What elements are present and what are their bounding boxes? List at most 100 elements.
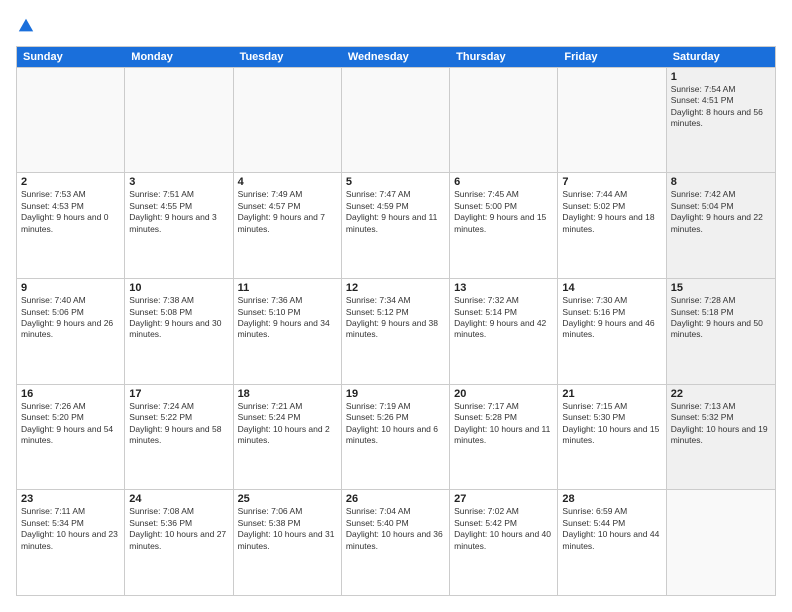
- day-info: Sunrise: 7:53 AM Sunset: 4:53 PM Dayligh…: [21, 189, 120, 235]
- calendar-row-1: 2Sunrise: 7:53 AM Sunset: 4:53 PM Daylig…: [17, 172, 775, 278]
- day-number: 9: [21, 282, 120, 294]
- calendar-cell-0-4: [450, 68, 558, 173]
- day-number: 24: [129, 493, 228, 505]
- calendar-cell-4-0: 23Sunrise: 7:11 AM Sunset: 5:34 PM Dayli…: [17, 490, 125, 595]
- day-info: Sunrise: 7:32 AM Sunset: 5:14 PM Dayligh…: [454, 295, 553, 341]
- logo-icon: [17, 17, 35, 35]
- header-cell-sunday: Sunday: [17, 47, 125, 67]
- day-info: Sunrise: 7:40 AM Sunset: 5:06 PM Dayligh…: [21, 295, 120, 341]
- day-number: 2: [21, 176, 120, 188]
- calendar-cell-3-2: 18Sunrise: 7:21 AM Sunset: 5:24 PM Dayli…: [234, 385, 342, 490]
- day-number: 8: [671, 176, 771, 188]
- calendar-cell-1-4: 6Sunrise: 7:45 AM Sunset: 5:00 PM Daylig…: [450, 173, 558, 278]
- header-cell-friday: Friday: [558, 47, 666, 67]
- calendar-cell-2-5: 14Sunrise: 7:30 AM Sunset: 5:16 PM Dayli…: [558, 279, 666, 384]
- day-number: 25: [238, 493, 337, 505]
- day-number: 13: [454, 282, 553, 294]
- day-info: Sunrise: 7:30 AM Sunset: 5:16 PM Dayligh…: [562, 295, 661, 341]
- calendar-cell-0-6: 1Sunrise: 7:54 AM Sunset: 4:51 PM Daylig…: [667, 68, 775, 173]
- day-info: Sunrise: 7:49 AM Sunset: 4:57 PM Dayligh…: [238, 189, 337, 235]
- day-number: 19: [346, 388, 445, 400]
- calendar-cell-2-2: 11Sunrise: 7:36 AM Sunset: 5:10 PM Dayli…: [234, 279, 342, 384]
- calendar-cell-2-6: 15Sunrise: 7:28 AM Sunset: 5:18 PM Dayli…: [667, 279, 775, 384]
- calendar-cell-2-3: 12Sunrise: 7:34 AM Sunset: 5:12 PM Dayli…: [342, 279, 450, 384]
- day-number: 26: [346, 493, 445, 505]
- header-cell-wednesday: Wednesday: [342, 47, 450, 67]
- calendar-cell-3-4: 20Sunrise: 7:17 AM Sunset: 5:28 PM Dayli…: [450, 385, 558, 490]
- day-info: Sunrise: 7:21 AM Sunset: 5:24 PM Dayligh…: [238, 401, 337, 447]
- calendar-cell-0-1: [125, 68, 233, 173]
- day-number: 16: [21, 388, 120, 400]
- calendar-cell-3-5: 21Sunrise: 7:15 AM Sunset: 5:30 PM Dayli…: [558, 385, 666, 490]
- day-info: Sunrise: 7:11 AM Sunset: 5:34 PM Dayligh…: [21, 506, 120, 552]
- logo-text: [16, 16, 36, 36]
- day-info: Sunrise: 7:26 AM Sunset: 5:20 PM Dayligh…: [21, 401, 120, 447]
- calendar-cell-4-3: 26Sunrise: 7:04 AM Sunset: 5:40 PM Dayli…: [342, 490, 450, 595]
- header-cell-thursday: Thursday: [450, 47, 558, 67]
- day-info: Sunrise: 7:04 AM Sunset: 5:40 PM Dayligh…: [346, 506, 445, 552]
- day-number: 3: [129, 176, 228, 188]
- calendar-cell-0-2: [234, 68, 342, 173]
- page: SundayMondayTuesdayWednesdayThursdayFrid…: [0, 0, 792, 612]
- day-info: Sunrise: 7:42 AM Sunset: 5:04 PM Dayligh…: [671, 189, 771, 235]
- day-info: Sunrise: 7:15 AM Sunset: 5:30 PM Dayligh…: [562, 401, 661, 447]
- calendar-cell-0-5: [558, 68, 666, 173]
- calendar-row-0: 1Sunrise: 7:54 AM Sunset: 4:51 PM Daylig…: [17, 67, 775, 173]
- day-number: 4: [238, 176, 337, 188]
- day-info: Sunrise: 7:08 AM Sunset: 5:36 PM Dayligh…: [129, 506, 228, 552]
- calendar-cell-2-4: 13Sunrise: 7:32 AM Sunset: 5:14 PM Dayli…: [450, 279, 558, 384]
- calendar-cell-4-1: 24Sunrise: 7:08 AM Sunset: 5:36 PM Dayli…: [125, 490, 233, 595]
- calendar-cell-0-0: [17, 68, 125, 173]
- day-info: Sunrise: 7:06 AM Sunset: 5:38 PM Dayligh…: [238, 506, 337, 552]
- day-number: 22: [671, 388, 771, 400]
- calendar: SundayMondayTuesdayWednesdayThursdayFrid…: [16, 46, 776, 596]
- day-number: 5: [346, 176, 445, 188]
- calendar-row-4: 23Sunrise: 7:11 AM Sunset: 5:34 PM Dayli…: [17, 489, 775, 595]
- calendar-cell-3-1: 17Sunrise: 7:24 AM Sunset: 5:22 PM Dayli…: [125, 385, 233, 490]
- calendar-cell-4-4: 27Sunrise: 7:02 AM Sunset: 5:42 PM Dayli…: [450, 490, 558, 595]
- day-number: 14: [562, 282, 661, 294]
- day-info: Sunrise: 7:45 AM Sunset: 5:00 PM Dayligh…: [454, 189, 553, 235]
- day-number: 27: [454, 493, 553, 505]
- calendar-cell-1-2: 4Sunrise: 7:49 AM Sunset: 4:57 PM Daylig…: [234, 173, 342, 278]
- header: [16, 16, 776, 36]
- calendar-cell-4-2: 25Sunrise: 7:06 AM Sunset: 5:38 PM Dayli…: [234, 490, 342, 595]
- calendar-row-2: 9Sunrise: 7:40 AM Sunset: 5:06 PM Daylig…: [17, 278, 775, 384]
- day-number: 15: [671, 282, 771, 294]
- day-number: 23: [21, 493, 120, 505]
- header-cell-monday: Monday: [125, 47, 233, 67]
- day-number: 17: [129, 388, 228, 400]
- day-number: 18: [238, 388, 337, 400]
- day-info: Sunrise: 7:51 AM Sunset: 4:55 PM Dayligh…: [129, 189, 228, 235]
- calendar-cell-1-1: 3Sunrise: 7:51 AM Sunset: 4:55 PM Daylig…: [125, 173, 233, 278]
- calendar-cell-1-3: 5Sunrise: 7:47 AM Sunset: 4:59 PM Daylig…: [342, 173, 450, 278]
- header-cell-saturday: Saturday: [667, 47, 775, 67]
- calendar-cell-3-6: 22Sunrise: 7:13 AM Sunset: 5:32 PM Dayli…: [667, 385, 775, 490]
- day-number: 20: [454, 388, 553, 400]
- day-info: Sunrise: 7:44 AM Sunset: 5:02 PM Dayligh…: [562, 189, 661, 235]
- day-info: Sunrise: 7:02 AM Sunset: 5:42 PM Dayligh…: [454, 506, 553, 552]
- calendar-cell-3-3: 19Sunrise: 7:19 AM Sunset: 5:26 PM Dayli…: [342, 385, 450, 490]
- header-cell-tuesday: Tuesday: [234, 47, 342, 67]
- calendar-cell-2-0: 9Sunrise: 7:40 AM Sunset: 5:06 PM Daylig…: [17, 279, 125, 384]
- day-info: Sunrise: 7:19 AM Sunset: 5:26 PM Dayligh…: [346, 401, 445, 447]
- day-info: Sunrise: 7:38 AM Sunset: 5:08 PM Dayligh…: [129, 295, 228, 341]
- calendar-cell-0-3: [342, 68, 450, 173]
- day-number: 12: [346, 282, 445, 294]
- day-info: Sunrise: 6:59 AM Sunset: 5:44 PM Dayligh…: [562, 506, 661, 552]
- calendar-cell-4-6: [667, 490, 775, 595]
- day-info: Sunrise: 7:17 AM Sunset: 5:28 PM Dayligh…: [454, 401, 553, 447]
- day-info: Sunrise: 7:47 AM Sunset: 4:59 PM Dayligh…: [346, 189, 445, 235]
- day-number: 21: [562, 388, 661, 400]
- calendar-cell-4-5: 28Sunrise: 6:59 AM Sunset: 5:44 PM Dayli…: [558, 490, 666, 595]
- day-info: Sunrise: 7:13 AM Sunset: 5:32 PM Dayligh…: [671, 401, 771, 447]
- calendar-body: 1Sunrise: 7:54 AM Sunset: 4:51 PM Daylig…: [17, 67, 775, 595]
- calendar-header: SundayMondayTuesdayWednesdayThursdayFrid…: [17, 47, 775, 67]
- logo: [16, 16, 36, 36]
- day-info: Sunrise: 7:34 AM Sunset: 5:12 PM Dayligh…: [346, 295, 445, 341]
- day-number: 6: [454, 176, 553, 188]
- calendar-cell-1-0: 2Sunrise: 7:53 AM Sunset: 4:53 PM Daylig…: [17, 173, 125, 278]
- day-info: Sunrise: 7:24 AM Sunset: 5:22 PM Dayligh…: [129, 401, 228, 447]
- day-info: Sunrise: 7:54 AM Sunset: 4:51 PM Dayligh…: [671, 84, 771, 130]
- day-number: 1: [671, 71, 771, 83]
